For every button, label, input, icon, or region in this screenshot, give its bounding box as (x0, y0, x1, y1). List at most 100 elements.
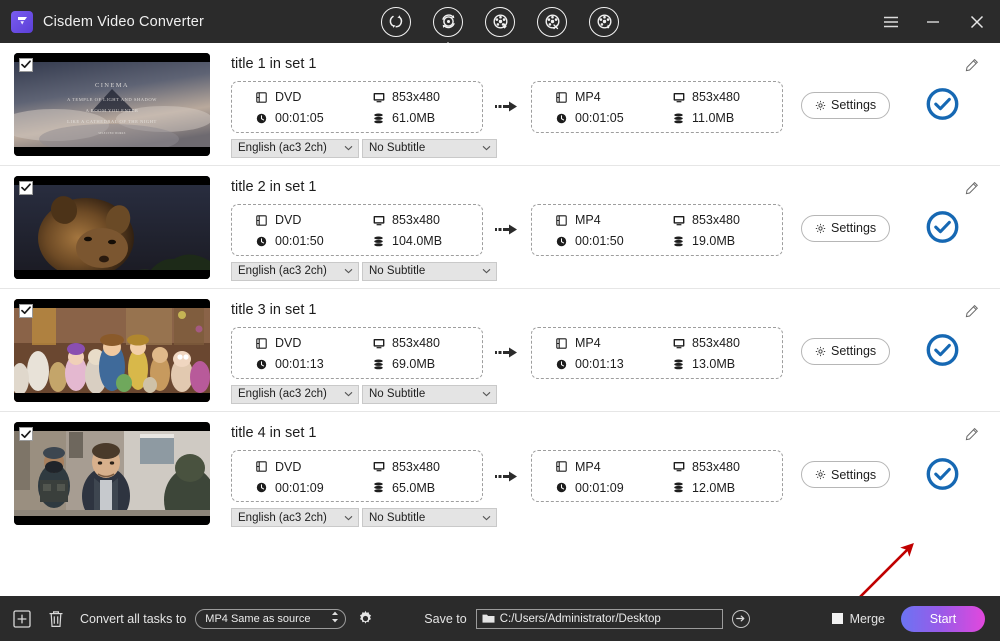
video-downloader-icon[interactable] (485, 6, 515, 37)
task-checkbox[interactable] (19, 180, 33, 195)
pencil-icon[interactable] (965, 58, 979, 72)
clock-icon (554, 358, 569, 371)
conversion-arrow-icon (483, 327, 531, 379)
save-path-value: C:/Users/Administrator/Desktop (499, 612, 661, 625)
svg-text:CINEMA: CINEMA (95, 82, 129, 89)
minimize-icon[interactable] (912, 0, 954, 43)
audio-track-select[interactable]: English (ac3 2ch) (231, 138, 359, 158)
task-status-check-icon[interactable] (925, 333, 960, 368)
database-icon (671, 235, 686, 248)
letterbox-bar (14, 422, 210, 431)
video-editor-icon[interactable] (537, 6, 567, 37)
task-checkbox[interactable] (19, 57, 33, 72)
dvd-burner-icon[interactable] (589, 6, 619, 37)
database-icon (671, 112, 686, 125)
merge-checkbox[interactable] (831, 613, 843, 624)
table-row[interactable]: CINEMA A TEMPLE OF LIGHT AND SHADOW A RO… (0, 43, 1000, 166)
task-thumbnail[interactable] (14, 175, 210, 279)
task-thumbnail[interactable]: CINEMA A TEMPLE OF LIGHT AND SHADOW A RO… (14, 52, 210, 156)
source-size-line: 104.0MB (371, 231, 482, 252)
settings-button[interactable]: Settings (801, 461, 891, 488)
task-thumbnail[interactable] (14, 422, 210, 525)
start-button[interactable]: Start (901, 605, 985, 632)
target-duration: 00:01:50 (575, 234, 624, 248)
task-title: title 1 in set 1 (231, 55, 317, 72)
pencil-icon[interactable] (965, 181, 979, 195)
target-format-line: MP4 (554, 333, 657, 354)
settings-button[interactable]: Settings (801, 91, 891, 119)
merge-group[interactable]: Merge (831, 612, 885, 626)
pencil-icon[interactable] (965, 427, 979, 441)
subtitle-track-select[interactable]: No Subtitle (362, 138, 497, 158)
gear-icon (815, 346, 826, 357)
gear-icon[interactable] (356, 610, 374, 628)
task-details: title 3 in set 1 DVD 00:01:13 853x480 69… (231, 299, 1000, 404)
clock-icon (254, 481, 269, 494)
clock-icon (254, 235, 269, 248)
disc-icon (254, 460, 269, 473)
source-format: DVD (275, 336, 302, 350)
street-scene-thumbnail (14, 422, 210, 525)
target-duration-line: 00:01:05 (554, 108, 657, 129)
chevron-down-icon (344, 515, 353, 521)
hamburger-menu-icon[interactable] (870, 0, 912, 43)
task-checkbox[interactable] (19, 303, 33, 318)
task-thumbnail[interactable] (14, 298, 210, 402)
task-checkbox[interactable] (19, 427, 33, 441)
video-converter-icon[interactable] (381, 6, 411, 37)
subtitle-track-select[interactable]: No Subtitle (362, 508, 497, 527)
task-status-check-icon[interactable] (925, 456, 960, 491)
target-format: MP4 (575, 213, 601, 227)
source-resolution: 853x480 (392, 90, 440, 104)
audio-track-select[interactable]: English (ac3 2ch) (231, 384, 359, 404)
target-format-line: MP4 (554, 210, 657, 231)
close-icon[interactable] (954, 0, 1000, 43)
settings-button[interactable]: Settings (801, 214, 891, 242)
chevron-down-icon (482, 515, 491, 521)
subtitle-track-select[interactable]: No Subtitle (362, 261, 497, 281)
source-resolution-line: 853x480 (371, 333, 482, 354)
target-format: MP4 (575, 336, 601, 350)
clock-icon (254, 358, 269, 371)
source-duration: 00:01:50 (275, 234, 324, 248)
monitor-icon (671, 214, 686, 227)
track-selectors: English (ac3 2ch) No Subtitle (231, 138, 1000, 158)
clock-icon (554, 235, 569, 248)
save-to-label: Save to (424, 611, 467, 626)
dvd-ripper-icon[interactable] (433, 6, 463, 37)
save-path-input[interactable]: C:/Users/Administrator/Desktop (475, 608, 723, 629)
settings-button[interactable]: Settings (801, 337, 891, 365)
monitor-icon (671, 460, 686, 473)
database-icon (671, 481, 686, 494)
subtitle-track-select[interactable]: No Subtitle (362, 384, 497, 404)
table-row[interactable]: title 2 in set 1 DVD 00:01:50 853x480 10… (0, 166, 1000, 289)
table-row[interactable]: title 4 in set 1 DVD 00:01:09 853x480 65… (0, 412, 1000, 535)
output-format-select[interactable]: MP4 Same as source (195, 608, 347, 629)
target-size-line: 13.0MB (671, 354, 782, 375)
audio-track-select[interactable]: English (ac3 2ch) (231, 508, 359, 527)
target-size: 19.0MB (692, 234, 736, 248)
task-status-check-icon[interactable] (925, 210, 960, 245)
add-file-icon[interactable] (12, 609, 32, 629)
audio-track-select[interactable]: English (ac3 2ch) (231, 261, 359, 281)
monitor-icon (371, 214, 386, 227)
target-resolution: 853x480 (692, 336, 740, 350)
file-icon (554, 214, 569, 227)
settings-label: Settings (831, 467, 877, 482)
table-row[interactable]: title 3 in set 1 DVD 00:01:13 853x480 69… (0, 289, 1000, 412)
monitor-icon (671, 337, 686, 350)
target-size-line: 12.0MB (671, 477, 782, 498)
settings-label: Settings (831, 344, 877, 358)
target-size: 13.0MB (692, 357, 736, 371)
chevron-down-icon (344, 268, 353, 274)
source-resolution: 853x480 (392, 459, 440, 474)
task-title: title 2 in set 1 (231, 178, 317, 195)
pencil-icon[interactable] (965, 304, 979, 318)
source-format: DVD (275, 90, 302, 104)
task-status-check-icon[interactable] (925, 87, 960, 122)
arrow-right-circle-icon[interactable] (731, 609, 750, 628)
source-duration-line: 00:01:50 (254, 231, 357, 252)
source-info-box: DVD 00:01:09 853x480 65.0MB (231, 450, 483, 502)
file-icon (554, 91, 569, 104)
trash-icon[interactable] (46, 609, 66, 629)
